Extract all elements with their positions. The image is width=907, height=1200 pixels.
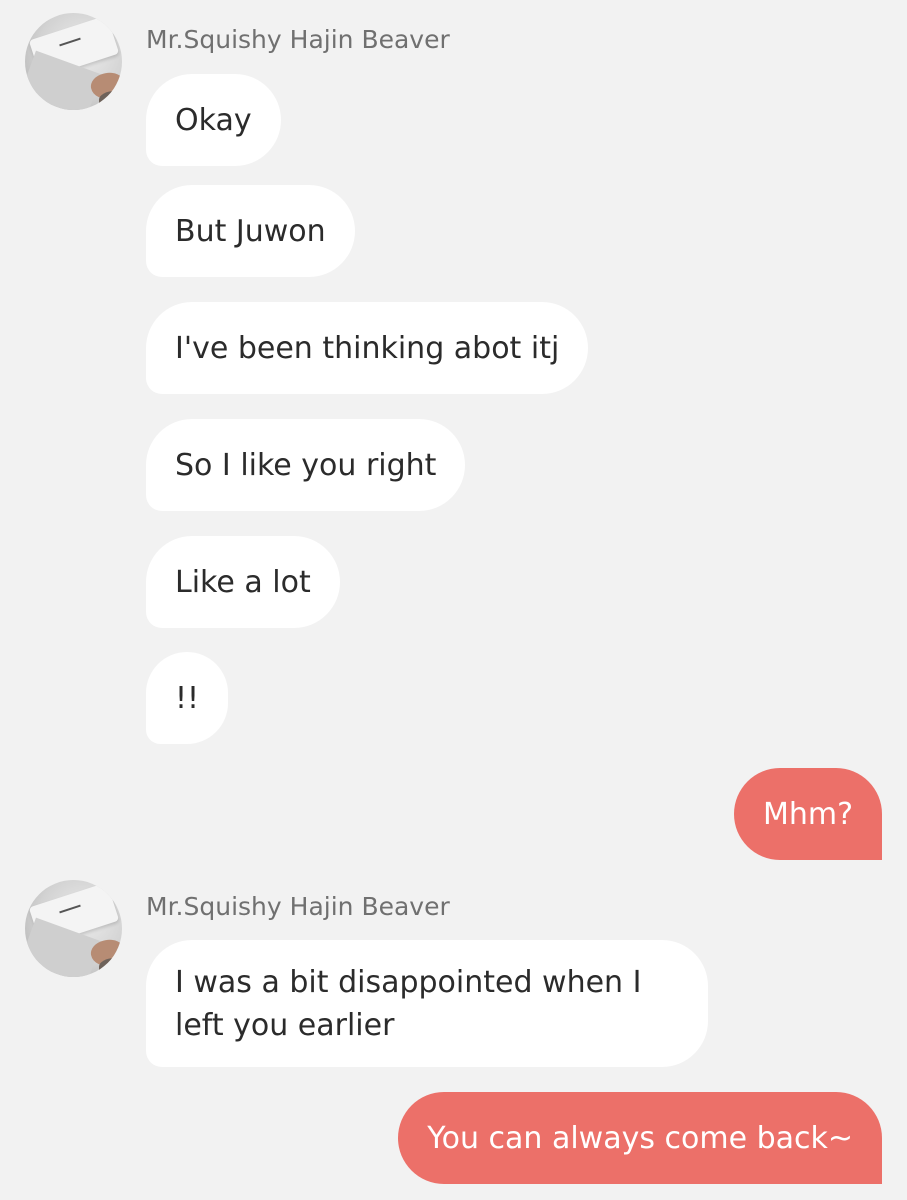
chat-thread[interactable]: Mr.Squishy Hajin Beaver Okay But Juwon I… — [0, 0, 907, 1200]
sender-name: Mr.Squishy Hajin Beaver — [146, 25, 450, 54]
message-bubble-incoming[interactable]: I was a bit disappointed when I left you… — [146, 940, 708, 1067]
avatar-photo-detail — [99, 91, 122, 110]
contact-avatar[interactable] — [25, 13, 122, 110]
contact-avatar[interactable] — [25, 880, 122, 977]
message-bubble-outgoing[interactable]: Mhm? — [733, 768, 882, 860]
avatar-photo-detail — [99, 958, 122, 977]
message-bubble-outgoing[interactable]: You can always come back~ — [398, 1092, 882, 1184]
message-bubble-incoming[interactable]: Okay — [146, 74, 281, 166]
message-bubble-incoming[interactable]: I've been thinking abot itj — [146, 302, 589, 394]
message-bubble-incoming[interactable]: Like a lot — [146, 536, 340, 628]
message-bubble-incoming[interactable]: So I like you right — [146, 419, 466, 511]
message-bubble-incoming[interactable]: But Juwon — [146, 185, 355, 277]
message-bubble-incoming[interactable]: !! — [146, 652, 229, 744]
sender-name: Mr.Squishy Hajin Beaver — [146, 892, 450, 921]
